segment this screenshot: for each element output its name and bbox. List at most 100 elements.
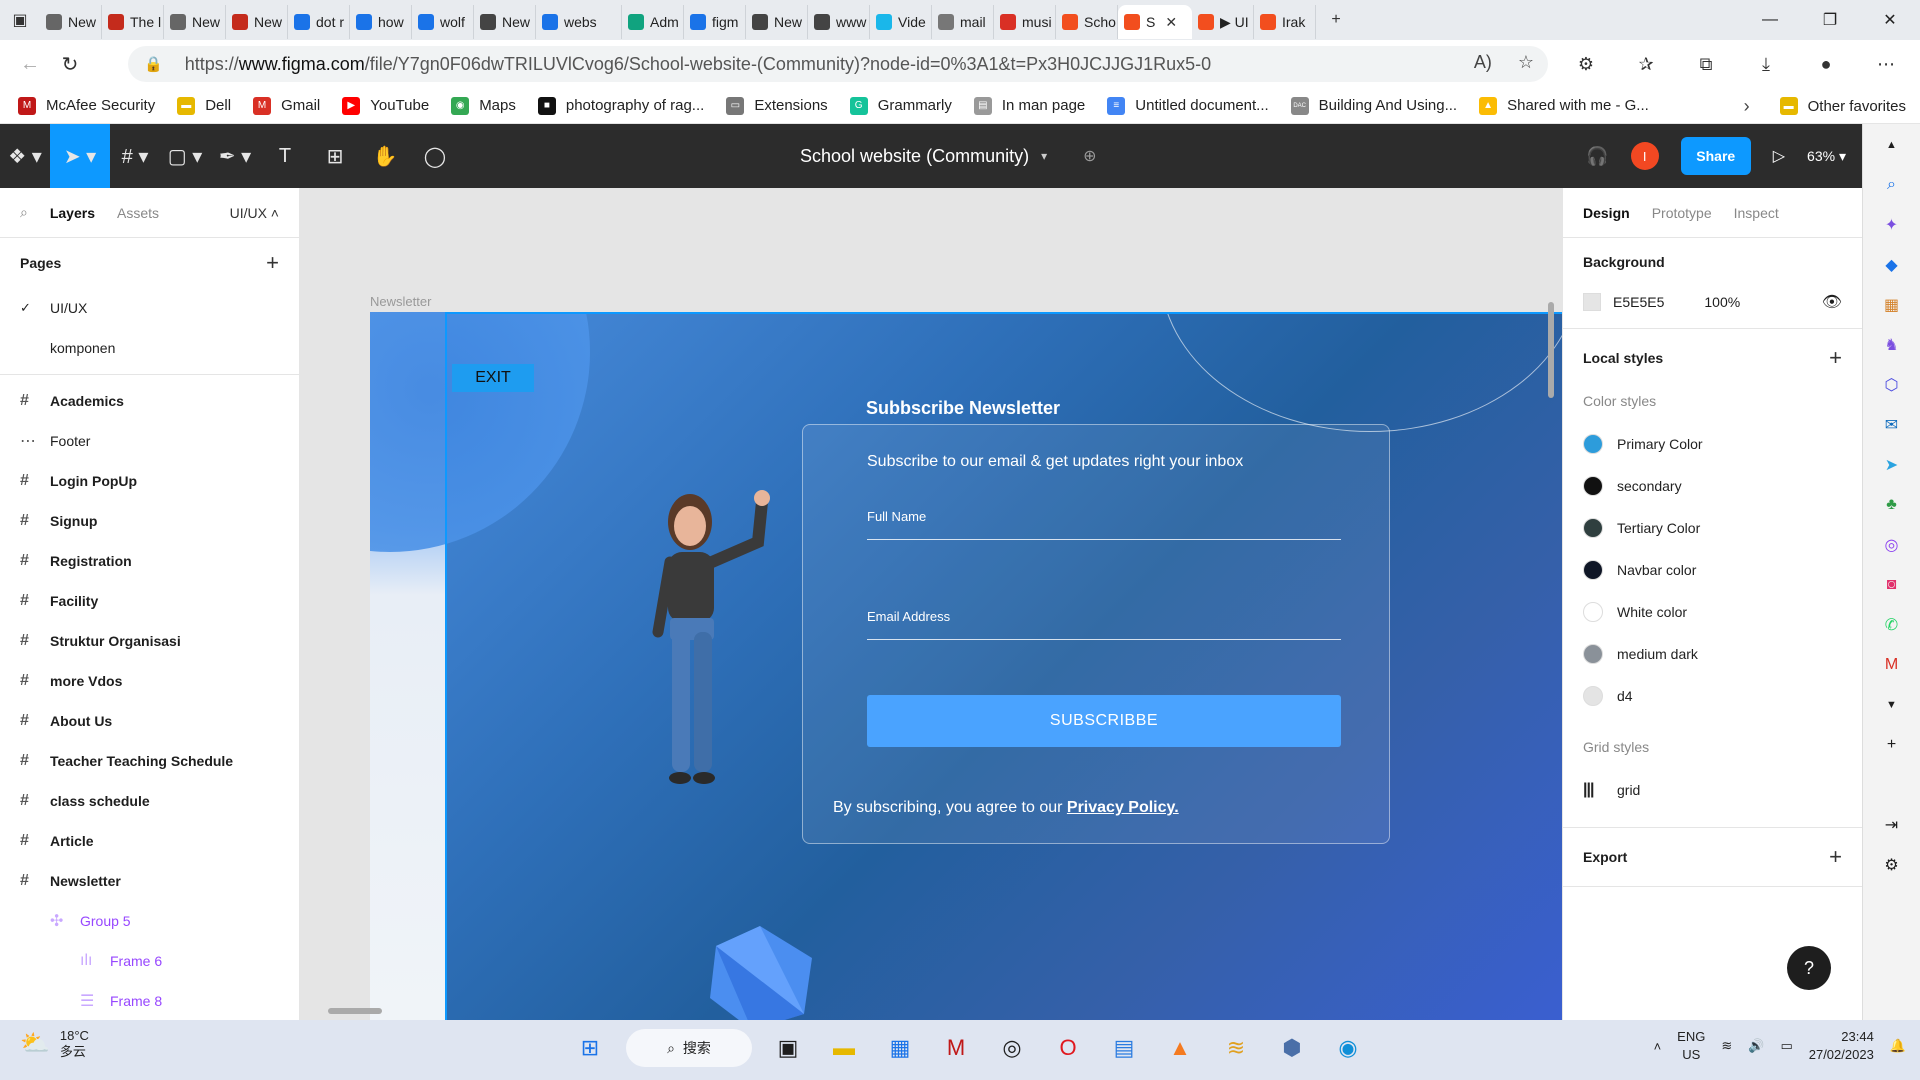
layer-item[interactable]: # Login PopUp — [0, 461, 299, 501]
page-selector[interactable]: UI/UX ˄ — [230, 205, 279, 221]
wifi-icon[interactable]: ≋ — [1721, 1038, 1732, 1054]
browser-tab[interactable]: The l — [102, 5, 164, 39]
tab-actions-icon[interactable]: ▣ — [0, 0, 40, 40]
layer-item[interactable]: # more Vdos — [0, 661, 299, 701]
present-icon[interactable]: ▷ — [1773, 146, 1785, 166]
layer-item[interactable]: ılı Frame 6 — [0, 941, 299, 981]
color-style-item[interactable]: secondary — [1583, 465, 1842, 507]
newsletter-frame[interactable]: EXIT Subbscribe Newsletter Subscribe to … — [370, 312, 1562, 1020]
new-tab-icon[interactable]: + — [1316, 0, 1356, 40]
mcafee-icon[interactable]: M — [936, 1028, 976, 1068]
layer-item[interactable]: # Newsletter — [0, 861, 299, 901]
color-style-item[interactable]: Navbar color — [1583, 549, 1842, 591]
browser-tab[interactable]: S ✕ — [1118, 5, 1192, 39]
pen-tool-icon[interactable]: ✒ ▾ — [210, 124, 260, 188]
layer-item[interactable]: # Signup — [0, 501, 299, 541]
figma-menu-icon[interactable]: ❖ ▾ — [0, 124, 50, 188]
hand-tool-icon[interactable]: ✋ — [360, 124, 410, 188]
vertical-scrollbar[interactable] — [1548, 302, 1554, 398]
browser-tab[interactable]: figm — [684, 5, 746, 39]
shopping-icon[interactable]: ◆ — [1879, 254, 1905, 276]
close-window-icon[interactable]: ✕ — [1860, 0, 1920, 40]
search-icon[interactable]: ⌕ — [1879, 174, 1905, 196]
bookmark-item[interactable]: ■ photography of rag... — [537, 96, 704, 115]
edge-icon[interactable]: ◉ — [1328, 1028, 1368, 1068]
add-style-icon[interactable]: + — [1829, 345, 1842, 371]
background-opacity[interactable]: 100% — [1704, 294, 1740, 310]
visibility-eye-icon[interactable]: 👁 — [1822, 292, 1842, 312]
start-icon[interactable]: ⊞ — [570, 1028, 610, 1068]
weather-widget[interactable]: ⛅ 18°C 多云 — [20, 1028, 89, 1060]
bookmark-item[interactable]: M McAfee Security — [18, 96, 155, 115]
layer-item[interactable]: # About Us — [0, 701, 299, 741]
browser-tab[interactable]: musi — [994, 5, 1056, 39]
file-explorer-icon[interactable]: ▬ — [824, 1028, 864, 1068]
add-export-icon[interactable]: + — [1829, 844, 1842, 870]
task-view-icon[interactable]: ▣ — [768, 1028, 808, 1068]
text-tool-icon[interactable]: T — [260, 124, 310, 188]
privacy-policy-link[interactable]: Privacy Policy. — [1067, 799, 1179, 816]
move-tool-icon[interactable]: ➤ ▾ — [50, 124, 110, 188]
browser-tab[interactable]: webs — [536, 5, 622, 39]
store-icon[interactable]: ▦ — [880, 1028, 920, 1068]
collections-icon[interactable]: ⧉ — [1686, 44, 1726, 84]
opera-icon[interactable]: O — [1048, 1028, 1088, 1068]
url-field[interactable]: 🔒 https://www.figma.com/file/Y7gn0F06dwT… — [128, 46, 1548, 82]
tab-assets[interactable]: Assets — [117, 205, 159, 221]
grid-style-item[interactable]: ||| grid — [1583, 769, 1842, 811]
telegram-icon[interactable]: ➤ — [1879, 454, 1905, 476]
avatar[interactable]: I — [1630, 142, 1659, 170]
language-indicator[interactable]: ENG US — [1677, 1028, 1705, 1064]
email-field[interactable] — [867, 639, 1341, 640]
layer-item[interactable]: ⋯ Footer — [0, 421, 299, 461]
volume-icon[interactable]: 🔊 — [1748, 1038, 1764, 1054]
layer-item[interactable]: ☰ Frame 8 — [0, 981, 299, 1020]
bookmark-item[interactable]: ▭ Extensions — [726, 96, 828, 115]
games-icon[interactable]: ♞ — [1879, 334, 1905, 356]
box-app-icon[interactable]: ⬢ — [1272, 1028, 1312, 1068]
restore-icon[interactable]: ❐ — [1800, 0, 1860, 40]
minimize-icon[interactable]: — — [1740, 0, 1800, 40]
favorites-icon[interactable]: ✰ — [1626, 44, 1666, 84]
profile-icon[interactable]: ● — [1806, 44, 1846, 84]
settings-gear-icon[interactable]: ⚙ — [1879, 854, 1905, 876]
instagram-icon[interactable]: ◙ — [1879, 574, 1905, 596]
layer-item[interactable]: # class schedule — [0, 781, 299, 821]
page-item[interactable]: komponen — [0, 328, 299, 368]
office-icon[interactable]: ⬡ — [1879, 374, 1905, 396]
browser-tab[interactable]: Adm — [622, 5, 684, 39]
help-button[interactable]: ? — [1787, 946, 1831, 990]
tab-close-icon[interactable]: ✕ — [1165, 14, 1177, 31]
layer-item[interactable]: ✣ Group 5 — [0, 901, 299, 941]
scroll-up-icon[interactable]: ▲ — [1879, 134, 1905, 156]
browser-tab[interactable]: www — [808, 5, 870, 39]
canvas[interactable]: Newsletter EXIT Subbscribe Newsletter Su… — [300, 188, 1562, 1020]
downloads-icon[interactable]: ⤓ — [1746, 44, 1786, 84]
browser-tab[interactable]: how — [350, 5, 412, 39]
tab-layers[interactable]: Layers — [50, 205, 95, 221]
browser-tab[interactable]: ▶ UI — [1192, 5, 1254, 39]
browser-tab[interactable]: Scho — [1056, 5, 1118, 39]
back-icon[interactable]: ← — [10, 44, 50, 84]
refresh-icon[interactable]: ↻ — [50, 44, 90, 84]
taskbar-search[interactable]: ⌕ 搜索 — [626, 1029, 752, 1067]
layer-item[interactable]: # Teacher Teaching Schedule — [0, 741, 299, 781]
layer-item[interactable]: # Struktur Organisasi — [0, 621, 299, 661]
bookmark-item[interactable]: ≡ Untitled document... — [1107, 96, 1269, 115]
outlook-icon[interactable]: ✉ — [1879, 414, 1905, 436]
extensions-icon[interactable]: ⚙ — [1566, 44, 1606, 84]
bookmark-item[interactable]: DAC Building And Using... — [1290, 96, 1457, 115]
notification-icon[interactable]: 🔔 — [1890, 1038, 1906, 1054]
layer-item[interactable]: # Registration — [0, 541, 299, 581]
messenger-icon[interactable]: ◎ — [1879, 534, 1905, 556]
page-item[interactable]: ✓ UI/UX — [0, 288, 299, 328]
browser-tab[interactable]: Vide — [870, 5, 932, 39]
browser-tab[interactable]: dot r — [288, 5, 350, 39]
tab-prototype[interactable]: Prototype — [1652, 205, 1712, 221]
bookmark-item[interactable]: ▤ In man page — [973, 96, 1085, 115]
tab-design[interactable]: Design — [1583, 205, 1630, 221]
tools-icon[interactable]: ▦ — [1879, 294, 1905, 316]
color-style-item[interactable]: Tertiary Color — [1583, 507, 1842, 549]
whatsapp-icon[interactable]: ✆ — [1879, 614, 1905, 636]
frame-tool-icon[interactable]: # ▾ — [110, 124, 160, 188]
